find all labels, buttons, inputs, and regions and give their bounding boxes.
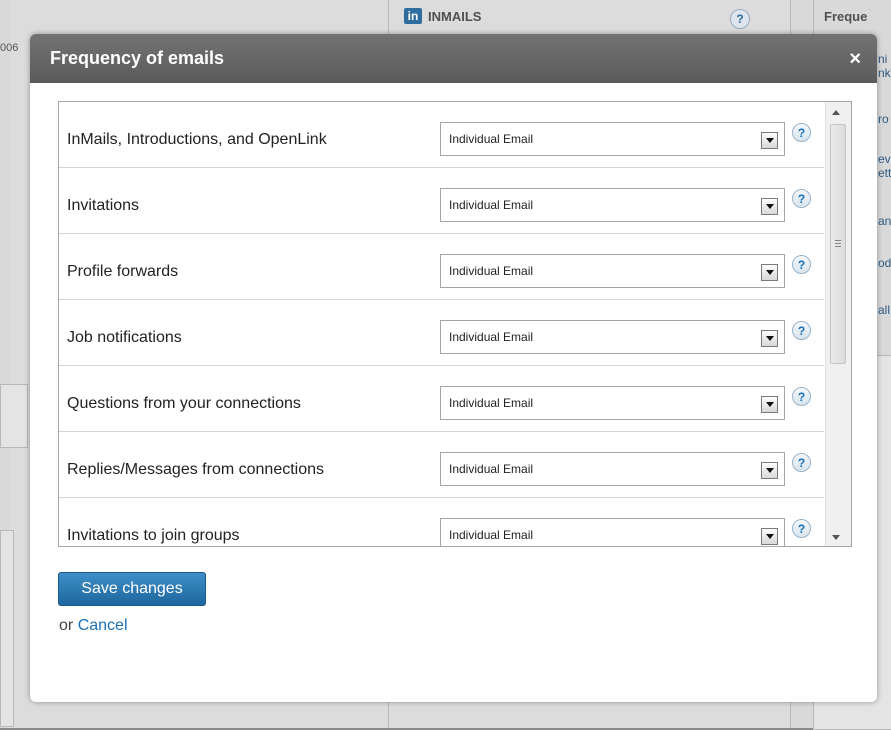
settings-rows: InMails, Introductions, and OpenLink Ind… xyxy=(59,102,824,546)
list-item: InMails, Introductions, and OpenLink Ind… xyxy=(59,102,824,168)
chevron-down-icon[interactable] xyxy=(761,462,778,479)
background-inmails-header: in INMAILS xyxy=(404,8,481,24)
or-text: or xyxy=(59,617,74,634)
background-right-fragment: ro xyxy=(878,112,889,126)
chevron-down-icon[interactable] xyxy=(761,528,778,545)
frequency-select[interactable]: Individual Email xyxy=(440,518,785,546)
select-value: Individual Email xyxy=(449,132,534,146)
chevron-down-icon[interactable] xyxy=(761,198,778,215)
background-right-fragment: nk xyxy=(878,66,891,80)
frequency-select[interactable]: Individual Email xyxy=(440,254,785,288)
background-right-fragment: ev xyxy=(878,152,891,166)
scroll-down-icon[interactable] xyxy=(832,535,840,540)
list-item: Replies/Messages from connections Indivi… xyxy=(59,432,824,498)
list-item: Invitations Individual Email ? xyxy=(59,168,824,234)
setting-label: InMails, Introductions, and OpenLink xyxy=(67,131,327,148)
background-right-fragment: all xyxy=(878,303,891,317)
background-right-fragment: an xyxy=(878,214,891,228)
select-value: Individual Email xyxy=(449,462,534,476)
frequency-dialog: Frequency of emails × InMails, Introduct… xyxy=(30,34,877,702)
help-icon[interactable]: ? xyxy=(792,189,811,208)
setting-label: Job notifications xyxy=(67,329,182,346)
help-icon[interactable]: ? xyxy=(792,321,811,340)
email-settings-list: InMails, Introductions, and OpenLink Ind… xyxy=(58,101,852,547)
dialog-header: Frequency of emails × xyxy=(30,34,877,83)
chevron-down-icon[interactable] xyxy=(761,396,778,413)
background-number: 006 xyxy=(0,42,19,54)
chevron-down-icon[interactable] xyxy=(761,264,778,281)
setting-label: Invitations xyxy=(67,197,140,214)
help-icon[interactable]: ? xyxy=(792,123,811,142)
chevron-down-icon[interactable] xyxy=(761,330,778,347)
help-icon[interactable]: ? xyxy=(792,255,811,274)
setting-label: Replies/Messages from connections xyxy=(67,461,325,478)
dialog-title: Frequency of emails xyxy=(50,48,225,68)
save-changes-button[interactable]: Save changes xyxy=(58,572,206,606)
setting-label: Questions from your connections xyxy=(67,395,301,412)
setting-label: Profile forwards xyxy=(67,263,179,280)
frequency-select[interactable]: Individual Email xyxy=(440,320,785,354)
list-item: Profile forwards Individual Email ? xyxy=(59,234,824,300)
select-value: Individual Email xyxy=(449,330,534,344)
scroll-up-icon[interactable] xyxy=(832,110,840,115)
close-button[interactable]: × xyxy=(849,49,861,69)
frequency-select[interactable]: Individual Email xyxy=(440,188,785,222)
select-value: Individual Email xyxy=(449,264,534,278)
list-item: Job notifications Individual Email ? xyxy=(59,300,824,366)
cancel-line: or Cancel xyxy=(59,617,128,635)
linkedin-logo-icon: in xyxy=(404,8,422,24)
background-right-fragment: ni xyxy=(878,52,888,66)
select-value: Individual Email xyxy=(449,198,534,212)
background-right-fragment: ett xyxy=(878,166,891,180)
background-panel xyxy=(0,384,28,448)
background-inmails-label: INMAILS xyxy=(428,8,482,24)
select-value: Individual Email xyxy=(449,528,534,542)
frequency-select[interactable]: Individual Email xyxy=(440,452,785,486)
scrollbar-thumb[interactable] xyxy=(830,124,846,364)
frequency-select[interactable]: Individual Email xyxy=(440,386,785,420)
list-item: Questions from your connections Individu… xyxy=(59,366,824,432)
background-panel xyxy=(0,530,14,727)
grip-icon xyxy=(835,240,841,241)
cancel-link[interactable]: Cancel xyxy=(78,617,128,634)
help-icon[interactable]: ? xyxy=(792,387,811,406)
list-item: Invitations to join groups Individual Em… xyxy=(59,498,824,546)
help-icon[interactable]: ? xyxy=(792,519,811,538)
select-value: Individual Email xyxy=(449,396,534,410)
background-right-fragment: od xyxy=(878,256,891,270)
chevron-down-icon[interactable] xyxy=(761,132,778,149)
setting-label: Invitations to join groups xyxy=(67,527,240,544)
background-frequency-label: Freque xyxy=(824,9,868,24)
list-scrollbar[interactable] xyxy=(825,102,851,546)
help-icon[interactable]: ? xyxy=(792,453,811,472)
frequency-select[interactable]: Individual Email xyxy=(440,122,785,156)
background-help-icon: ? xyxy=(730,9,750,29)
